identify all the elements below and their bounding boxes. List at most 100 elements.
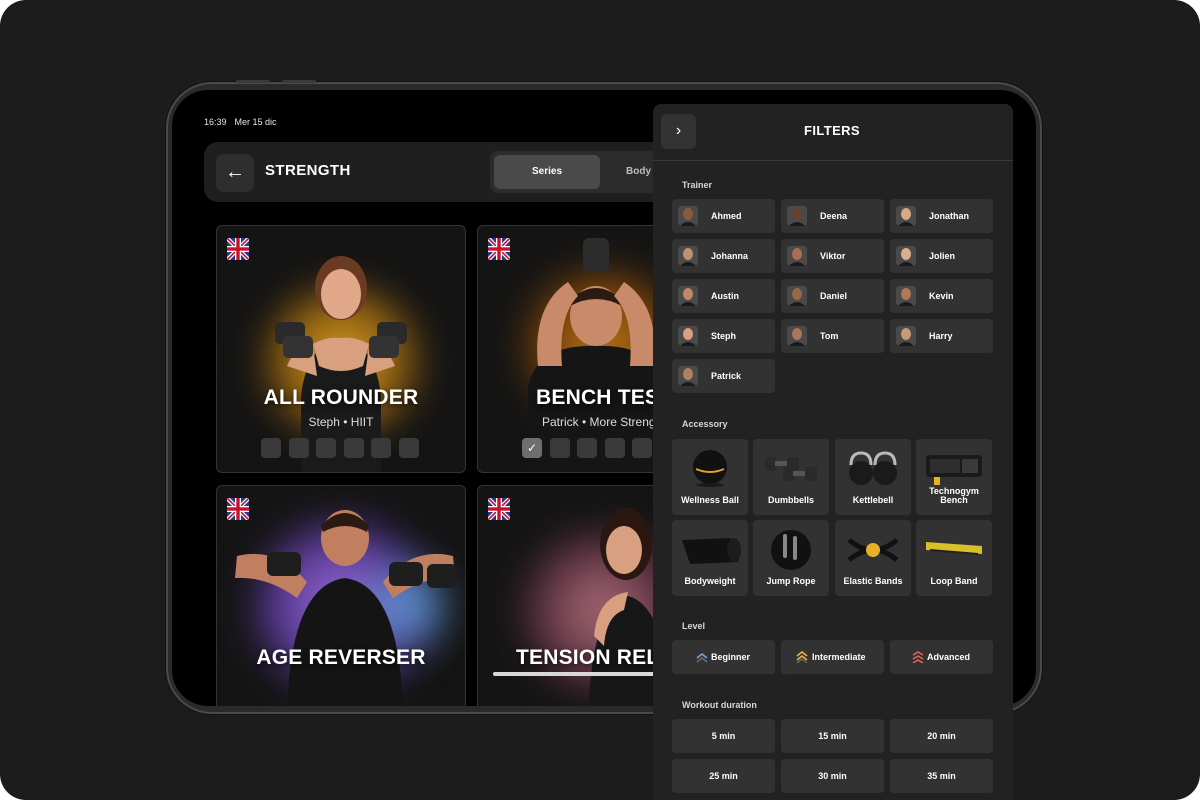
trainer-chip-tom[interactable]: Tom (781, 319, 884, 353)
level-advanced[interactable]: Advanced (890, 640, 993, 674)
workout-title: ALL ROUNDER (263, 386, 419, 409)
volume-button (236, 80, 270, 83)
progress-slot (550, 438, 570, 458)
uk-flag-icon (488, 238, 510, 260)
avatar (787, 206, 807, 226)
accessory-label: Jump Rope (766, 576, 816, 586)
avatar (787, 246, 807, 266)
volume-button (282, 80, 316, 83)
trainer-chip-kevin[interactable]: Kevin (890, 279, 993, 313)
progress-slot (605, 438, 625, 458)
tab-body[interactable]: Body (626, 155, 651, 189)
accessory-kettlebell[interactable]: Kettlebell (835, 439, 911, 515)
status-date: Mer 15 dic (234, 117, 277, 127)
trainer-name: Austin (711, 291, 739, 301)
workout-card-bench-test[interactable]: BENCH TES Patrick • More Strength ✓ (477, 225, 678, 473)
avatar (896, 326, 916, 346)
accessory-label: Elastic Bands (843, 576, 903, 586)
accessory-wellness-ball[interactable]: Wellness Ball (672, 439, 748, 515)
filters-panel: › FILTERS Trainer Ahmed Deena Jonathan Joha… (653, 104, 1013, 800)
section-label-duration: Workout duration (682, 700, 757, 710)
level-advanced-icon (912, 651, 924, 663)
trainer-name: Tom (820, 331, 839, 341)
trainer-name: Patrick (711, 371, 742, 381)
workout-card-age-reverser[interactable]: AGE REVERSER (216, 485, 466, 706)
trainer-name: Daniel (820, 291, 848, 301)
section-label-trainer: Trainer (682, 180, 713, 190)
duration-15-min[interactable]: 15 min (781, 719, 884, 753)
status-bar: 16:39 Mer 15 dic (204, 117, 277, 127)
workout-subtitle: Steph • HIIT (308, 415, 374, 429)
trainer-photo (235, 510, 457, 706)
progress-slot (399, 438, 419, 458)
progress-slot (344, 438, 364, 458)
uk-flag-icon (227, 238, 249, 260)
duration-5-min[interactable]: 5 min (672, 719, 775, 753)
trainer-name: Viktor (820, 251, 846, 261)
page-title: STRENGTH (265, 162, 351, 179)
status-time: 16:39 (204, 117, 227, 127)
trainer-name: Ahmed (711, 211, 742, 221)
avatar (678, 286, 698, 306)
accessory-label: Wellness Ball (681, 495, 739, 505)
level-intermediate[interactable]: Intermediate (781, 640, 884, 674)
uk-flag-icon (227, 498, 249, 520)
trainer-name: Jonathan (929, 211, 970, 221)
section-label-accessory: Accessory (682, 419, 728, 429)
trainer-chip-jolien[interactable]: Jolien (890, 239, 993, 273)
trainer-name: Steph (711, 331, 737, 341)
trainer-chip-johanna[interactable]: Johanna (672, 239, 775, 273)
trainer-chip-viktor[interactable]: Viktor (781, 239, 884, 273)
progress-slot (289, 438, 309, 458)
trainer-name: Jolien (929, 251, 956, 261)
duration-30-min[interactable]: 30 min (781, 759, 884, 793)
duration-35-min[interactable]: 35 min (890, 759, 993, 793)
progress-slot (316, 438, 336, 458)
accessory-label: Kettlebell (852, 495, 894, 505)
accessory-dumbbells[interactable]: Dumbbells (753, 439, 829, 515)
level-label: Intermediate (812, 652, 866, 662)
uk-flag-icon (488, 498, 510, 520)
trainer-chip-steph[interactable]: Steph (672, 319, 775, 353)
accessory-elastic-bands[interactable]: Elastic Bands (835, 520, 911, 596)
level-intermediate-icon (796, 651, 808, 663)
trainer-chip-austin[interactable]: Austin (672, 279, 775, 313)
avatar (896, 206, 916, 226)
avatar (787, 286, 807, 306)
trainer-chip-jonathan[interactable]: Jonathan (890, 199, 993, 233)
level-beginner[interactable]: Beginner (672, 640, 775, 674)
workout-card-all-rounder[interactable]: ALL ROUNDER Steph • HIIT (216, 225, 466, 473)
workout-title: AGE REVERSER (256, 646, 426, 669)
checkmark-icon: ✓ (526, 441, 538, 455)
duration-25-min[interactable]: 25 min (672, 759, 775, 793)
accessory-technogym-bench[interactable]: Technogym Bench (916, 439, 992, 515)
tab-series[interactable]: Series (494, 155, 600, 189)
background: 16:39 Mer 15 dic ← STRENGTH Series Body (0, 0, 1200, 800)
trainer-chip-patrick[interactable]: Patrick (672, 359, 775, 393)
accessory-label: Loop Band (930, 576, 978, 586)
progress-slot-checked: ✓ (522, 438, 542, 458)
progress-slot (371, 438, 391, 458)
progress-slot (632, 438, 652, 458)
trainer-chip-ahmed[interactable]: Ahmed (672, 199, 775, 233)
accessory-bodyweight[interactable]: Bodyweight (672, 520, 748, 596)
trainer-photo (528, 238, 664, 472)
trainer-photo (275, 256, 407, 472)
avatar (678, 366, 698, 386)
trainer-chip-harry[interactable]: Harry (890, 319, 993, 353)
accessory-label: Technogym Bench (929, 486, 979, 505)
trainer-chip-deena[interactable]: Deena (781, 199, 884, 233)
home-indicator (493, 672, 673, 676)
accessory-loop-band[interactable]: Loop Band (916, 520, 992, 596)
top-bar: ← STRENGTH Series Body (204, 142, 690, 202)
trainer-name: Deena (820, 211, 848, 221)
accessory-jump-rope[interactable]: Jump Rope (753, 520, 829, 596)
avatar (678, 206, 698, 226)
trainer-chip-daniel[interactable]: Daniel (781, 279, 884, 313)
duration-20-min[interactable]: 20 min (890, 719, 993, 753)
avatar (896, 246, 916, 266)
back-button[interactable]: ← (216, 154, 254, 192)
trainer-name: Harry (929, 331, 953, 341)
trainer-name: Johanna (711, 251, 749, 261)
avatar (678, 326, 698, 346)
